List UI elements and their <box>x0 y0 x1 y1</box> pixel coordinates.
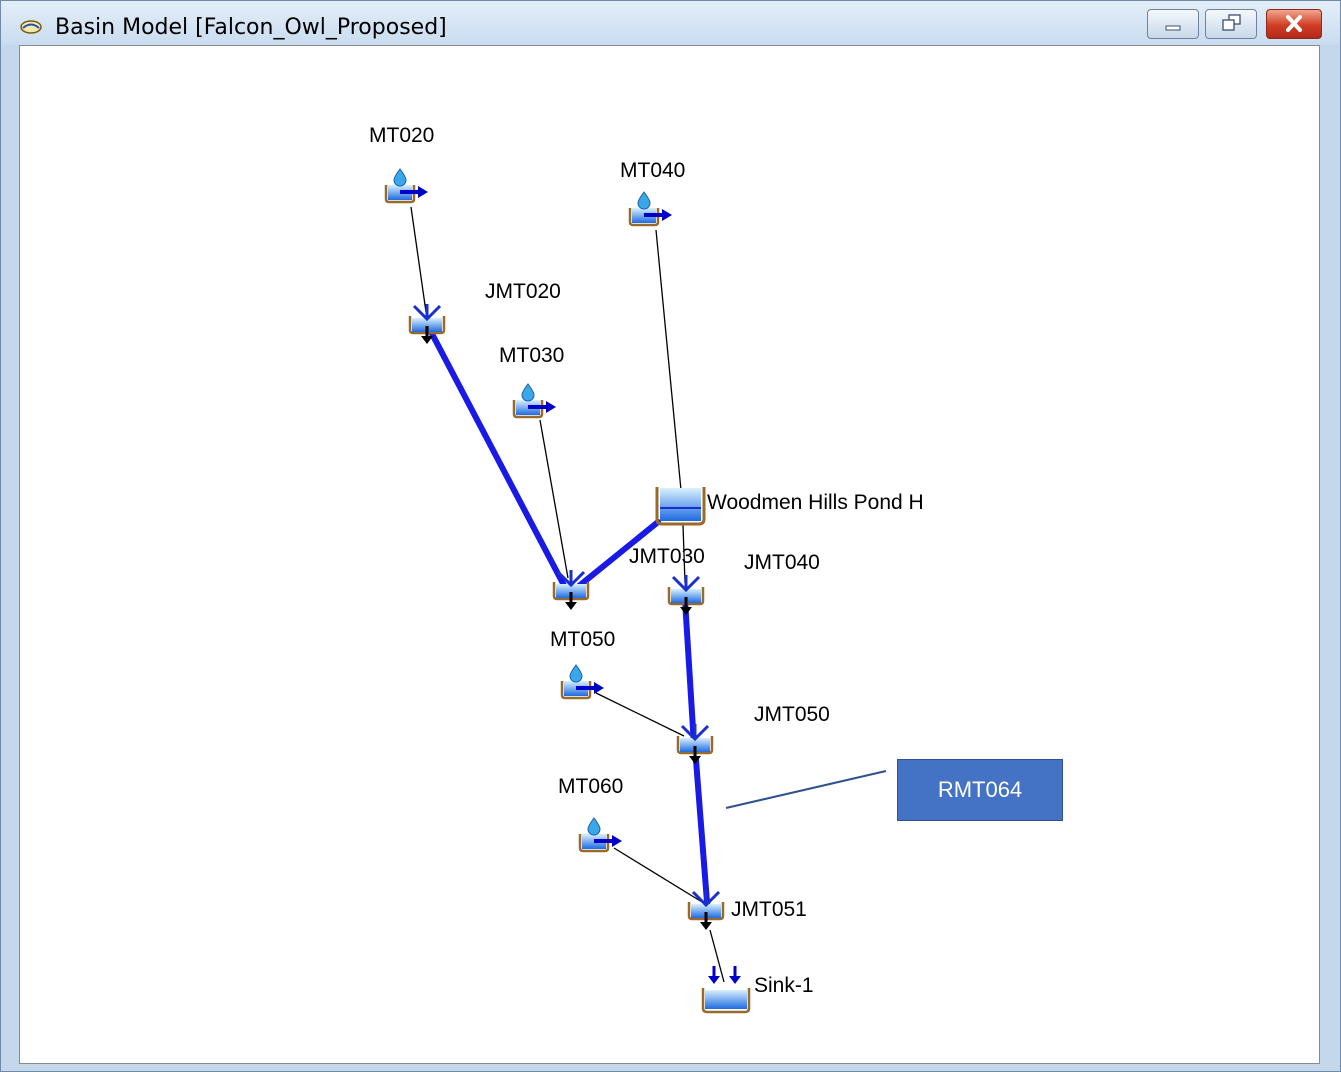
connector-mt020-jmt020 <box>410 206 427 313</box>
label-jmt020: JMT020 <box>485 280 561 303</box>
label-mt020: MT020 <box>369 124 434 147</box>
connector-mt040-pond <box>655 229 682 491</box>
reservoir-icon-pond[interactable] <box>655 487 706 526</box>
label-mt060: MT060 <box>558 775 623 798</box>
callout-leader-line <box>725 770 887 809</box>
basin-diagram: MT020 MT040 JMT020 MT030 Woodmen Hills P… <box>369 124 924 1014</box>
sink-icon[interactable] <box>701 966 751 1014</box>
reach-jmt040-jmt050[interactable] <box>682 597 697 748</box>
label-mt050: MT050 <box>550 628 615 651</box>
label-jmt040: JMT040 <box>744 551 820 574</box>
subbasin-icon-mt040[interactable] <box>628 190 674 227</box>
connector-mt060-jmt051 <box>613 847 703 903</box>
label-mt040: MT040 <box>620 159 685 182</box>
subbasin-icon-mt060[interactable] <box>578 816 624 853</box>
label-jmt051: JMT051 <box>731 898 807 921</box>
label-jmt050: JMT050 <box>754 703 830 726</box>
connector-mt050-jmt050 <box>595 692 685 737</box>
label-sink: Sink-1 <box>754 974 814 997</box>
connector-jmt051-sink <box>709 929 725 983</box>
callout-rmt064: RMT064 <box>897 759 1063 821</box>
junction-icon-jmt040[interactable] <box>667 573 705 617</box>
connector-mt030-jmt030 <box>539 419 569 579</box>
junction-icon-jmt051[interactable] <box>687 888 725 932</box>
junction-icon-jmt050[interactable] <box>676 722 714 766</box>
subbasin-icon-mt030[interactable] <box>512 382 558 419</box>
subbasin-icon-mt050[interactable] <box>560 663 606 700</box>
subbasin-icon-mt020[interactable] <box>384 167 430 204</box>
reach-lines <box>427 327 711 918</box>
junction-icon-jmt020[interactable] <box>408 302 446 346</box>
label-jmt030: JMT030 <box>629 545 705 568</box>
label-mt030: MT030 <box>499 344 564 367</box>
label-pond: Woodmen Hills Pond H <box>707 491 924 514</box>
